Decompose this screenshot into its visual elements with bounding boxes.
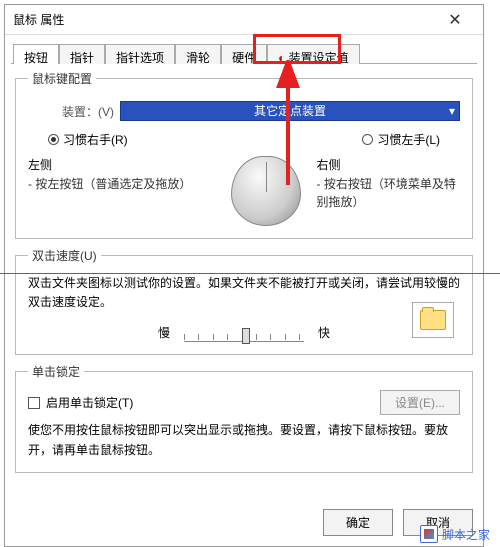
- settings-button: 设置(E)...: [380, 390, 460, 415]
- speed-slider[interactable]: [184, 322, 304, 342]
- checkbox-enable-lock[interactable]: [28, 397, 40, 409]
- legend-lock: 单击锁定: [28, 363, 84, 380]
- fast-label: 快: [318, 324, 330, 341]
- watermark-logo-icon: [420, 525, 438, 543]
- tab-wheel[interactable]: 滑轮: [175, 44, 221, 64]
- legend-config: 鼠标键配置: [28, 70, 96, 87]
- sides-row: 左侧 - 按左按钮（普通选定及拖放） 右侧 - 按右按钮（环境菜单及特别拖放）: [28, 156, 460, 226]
- mouse-properties-window: 鼠标 属性 ✕ 按钮 指针 指针选项 滑轮 硬件 ◐ 装置设定值 鼠标键配置 装…: [4, 4, 484, 547]
- watermark-text: 脚本之家: [442, 526, 490, 543]
- lock-row: 启用单击锁定(T) 设置(E)...: [28, 390, 460, 415]
- fieldset-click-lock: 单击锁定 启用单击锁定(T) 设置(E)... 使您不用按住鼠标按钮即可以突出显…: [15, 363, 473, 472]
- left-title: 左侧: [28, 156, 215, 173]
- legend-dclick: 双击速度(U): [28, 247, 101, 264]
- device-select[interactable]: 其它定点装置: [120, 101, 460, 121]
- radio-left-label: 习惯左手(L): [377, 131, 440, 148]
- handedness-row: 习惯右手(R) 习惯左手(L): [28, 131, 460, 156]
- left-side-col: 左侧 - 按左按钮（普通选定及拖放）: [28, 156, 215, 226]
- watermark: 脚本之家: [420, 525, 490, 543]
- radio-right-hand[interactable]: 习惯右手(R): [48, 131, 128, 148]
- device-label: 装置：(V): [62, 103, 114, 120]
- folder-icon: [420, 310, 446, 330]
- titlebar: 鼠标 属性 ✕: [5, 5, 483, 35]
- tab-body: 鼠标键配置 装置：(V) 其它定点装置 习惯右手(R) 习惯左手(L) 左侧 -…: [11, 63, 477, 499]
- radio-left-hand[interactable]: 习惯左手(L): [362, 131, 440, 148]
- tab-pointer[interactable]: 指针: [59, 44, 105, 64]
- window-title: 鼠标 属性: [13, 11, 435, 28]
- tab-buttons[interactable]: 按钮: [13, 44, 59, 64]
- close-icon[interactable]: ✕: [435, 5, 475, 35]
- mouse-icon: [231, 156, 301, 226]
- enable-lock-label: 启用单击锁定(T): [46, 394, 133, 411]
- radio-right-label: 习惯右手(R): [63, 131, 128, 148]
- ok-button[interactable]: 确定: [323, 509, 393, 536]
- radio-icon: [48, 134, 59, 145]
- radio-icon: [362, 134, 373, 145]
- lock-text: 使您不用按住鼠标按钮即可以突出显示或拖拽。要设置，请按下鼠标按钮。要放开，请再单…: [28, 421, 460, 459]
- slow-label: 慢: [158, 324, 170, 341]
- dclick-text: 双击文件夹图标以测试你的设置。如果文件夹不能被打开或关闭，请尝试用较慢的双击速度…: [28, 274, 460, 312]
- right-desc: - 按右按钮（环境菜单及特别拖放）: [317, 175, 460, 211]
- tab-hardware[interactable]: 硬件: [221, 44, 267, 64]
- fieldset-double-click: 双击速度(U) 双击文件夹图标以测试你的设置。如果文件夹不能被打开或关闭，请尝试…: [15, 247, 473, 355]
- left-desc: - 按左按钮（普通选定及拖放）: [28, 175, 215, 193]
- tab-strip: 按钮 指针 指针选项 滑轮 硬件 ◐ 装置设定值: [5, 35, 483, 63]
- tab-device-settings[interactable]: ◐ 装置设定值: [267, 44, 360, 64]
- tab-device-settings-label: 装置设定值: [289, 51, 349, 65]
- fieldset-button-config: 鼠标键配置 装置：(V) 其它定点装置 习惯右手(R) 习惯左手(L) 左侧 -…: [15, 70, 473, 239]
- right-title: 右侧: [317, 156, 460, 173]
- speed-row: 慢 快: [28, 322, 460, 342]
- dialog-buttons: 确定 取消: [5, 499, 483, 546]
- right-side-col: 右侧 - 按右按钮（环境菜单及特别拖放）: [317, 156, 460, 226]
- device-row: 装置：(V) 其它定点装置: [62, 101, 460, 121]
- test-folder[interactable]: [412, 302, 454, 338]
- tab-pointer-options[interactable]: 指针选项: [105, 44, 175, 64]
- slider-thumb[interactable]: [242, 328, 250, 344]
